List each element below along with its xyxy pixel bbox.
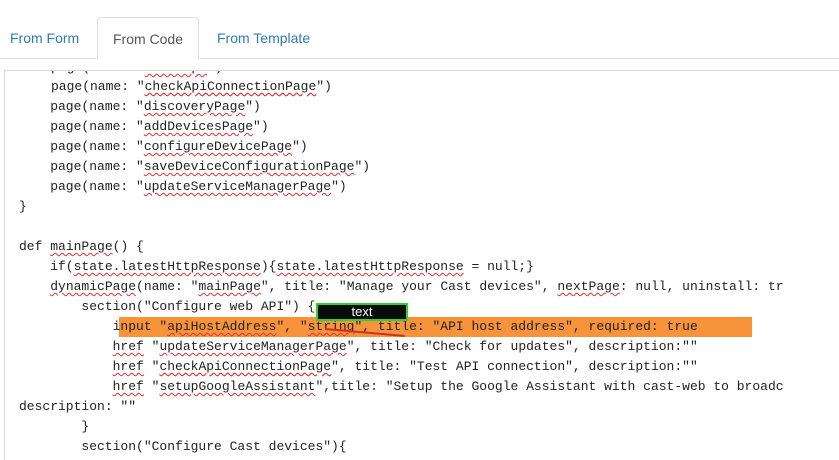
tab-from-template[interactable]: From Template xyxy=(207,17,320,58)
annotation-text-tag: text xyxy=(316,303,408,321)
tab-from-code[interactable]: From Code xyxy=(97,17,199,59)
tab-from-form[interactable]: From Form xyxy=(0,17,89,58)
code-line: href "checkApiConnectionPage", title: "T… xyxy=(112,359,698,374)
code-line: page(name: "discoveryPage") xyxy=(19,99,261,114)
code-line: dynamicPage(name: "mainPage", title: "Ma… xyxy=(50,279,784,294)
code-line: if(state.latestHttpResponse){state.lates… xyxy=(19,259,534,274)
code-line: } xyxy=(19,199,27,214)
code-line: page(name: "updateServiceManagerPage") xyxy=(19,179,347,194)
code-line: page(name: "addDevicesPage") xyxy=(19,119,269,134)
code-line: section("Configure Cast devices"){ xyxy=(19,439,347,454)
code-line: description: "" xyxy=(19,399,137,414)
code-line: section("Configure web API") { xyxy=(19,299,316,314)
code-editor[interactable]: page(name: "checkApi") page(name: "check… xyxy=(4,70,839,460)
tab-bar: From Form From Code From Template xyxy=(0,0,839,59)
code-line: href "setupGoogleAssistant",title: "Setu… xyxy=(112,379,784,394)
code-line: page(name: "saveDeviceConfigurationPage"… xyxy=(19,159,371,174)
code-line: def mainPage() { xyxy=(19,239,144,254)
code-line: href "updateServiceManagerPage", title: … xyxy=(112,339,698,354)
code-line: page(name: "configureDevicePage") xyxy=(19,139,308,154)
code-line: page(name: "checkApiConnectionPage") xyxy=(51,79,332,94)
code-line: } xyxy=(19,419,90,434)
